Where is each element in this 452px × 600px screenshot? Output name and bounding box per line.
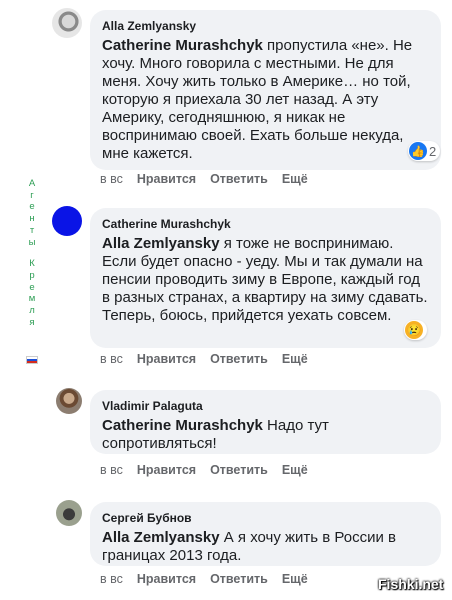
comment-body: пропустила «не». Не хочу. Много говорила… [102, 37, 413, 162]
comment-author[interactable]: Сергей Бубнов [102, 510, 429, 526]
avatar[interactable] [56, 500, 82, 526]
watermark-letter: я [29, 316, 35, 328]
mention-link[interactable]: Catherine Murashchyk [102, 417, 263, 434]
comment-text: Catherine Murashchyk Надо тут сопротивля… [102, 417, 429, 453]
vertical-watermark: А г е н т ы К р е м л я [26, 178, 38, 328]
russian-flag-icon [26, 356, 38, 364]
avatar[interactable] [56, 388, 82, 414]
comment-actions: в вс Нравится Ответить Ещё [100, 572, 308, 586]
like-button[interactable]: Нравится [137, 172, 196, 186]
comment-actions: в вс Нравится Ответить Ещё [100, 172, 308, 186]
more-button[interactable]: Ещё [282, 463, 308, 477]
watermark-letter: г [30, 189, 34, 201]
like-button[interactable]: Нравится [137, 572, 196, 586]
watermark-letter: ы [28, 236, 36, 248]
watermark-letter: А [28, 178, 36, 189]
avatar[interactable] [52, 206, 82, 236]
watermark-letter: н [29, 213, 35, 225]
watermark-letter: р [29, 269, 35, 281]
reaction-summary[interactable]: 😢 [404, 320, 427, 340]
comment-actions: в вс Нравится Ответить Ещё [100, 463, 308, 477]
more-button[interactable]: Ещё [282, 172, 308, 186]
reply-button[interactable]: Ответить [210, 172, 268, 186]
more-button[interactable]: Ещё [282, 352, 308, 366]
comment-bubble: Catherine Murashchyk Alla Zemlyansky я т… [90, 208, 441, 348]
mention-link[interactable]: Catherine Murashchyk [102, 37, 263, 54]
like-button[interactable]: Нравится [137, 352, 196, 366]
reply-button[interactable]: Ответить [210, 463, 268, 477]
more-button[interactable]: Ещё [282, 572, 308, 586]
timestamp[interactable]: в вс [100, 172, 123, 186]
reaction-count: 2 [429, 143, 437, 159]
comment-author[interactable]: Vladimir Palaguta [102, 398, 429, 414]
watermark-letter: л [29, 305, 35, 317]
comment-bubble: Alla Zemlyansky Catherine Murashchyk про… [90, 10, 441, 170]
like-icon: 👍 [409, 142, 427, 160]
reply-button[interactable]: Ответить [210, 352, 268, 366]
like-button[interactable]: Нравится [137, 463, 196, 477]
sad-icon: 😢 [405, 321, 423, 339]
watermark-letter: е [29, 201, 35, 213]
mention-link[interactable]: Alla Zemlyansky [102, 529, 220, 546]
watermark-letter: м [28, 293, 36, 305]
comment-author[interactable]: Catherine Murashchyk [102, 216, 429, 232]
reply-button[interactable]: Ответить [210, 572, 268, 586]
comment-text: Alla Zemlyansky я тоже не воспринимаю. Е… [102, 235, 429, 325]
comment-bubble: Vladimir Palaguta Catherine Murashchyk Н… [90, 390, 441, 454]
comment-text: Catherine Murashchyk пропустила «не». Не… [102, 37, 429, 163]
comment-bubble: Сергей Бубнов Alla Zemlyansky А я хочу ж… [90, 502, 441, 566]
avatar[interactable] [52, 8, 82, 38]
mention-link[interactable]: Alla Zemlyansky [102, 235, 220, 252]
comment-text: Alla Zemlyansky А я хочу жить в России в… [102, 529, 429, 565]
comment-author[interactable]: Alla Zemlyansky [102, 18, 429, 34]
comment-actions: в вс Нравится Ответить Ещё [100, 352, 308, 366]
reaction-summary[interactable]: 👍 2 [408, 141, 441, 161]
timestamp[interactable]: в вс [100, 572, 123, 586]
site-watermark: Fishki.net [378, 576, 444, 592]
watermark-letter: К [29, 258, 35, 270]
timestamp[interactable]: в вс [100, 463, 123, 477]
watermark-letter: т [29, 224, 35, 236]
timestamp[interactable]: в вс [100, 352, 123, 366]
watermark-letter: е [29, 281, 35, 293]
